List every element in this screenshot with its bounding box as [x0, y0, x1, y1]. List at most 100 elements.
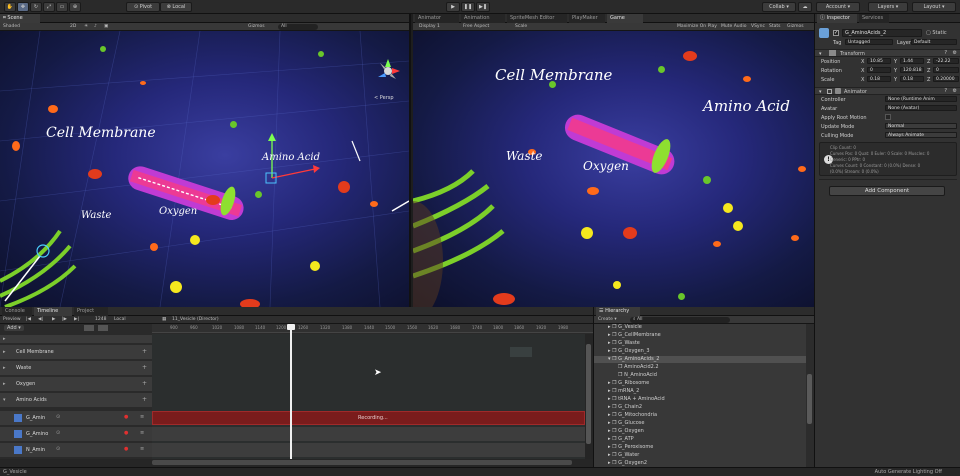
add-clip-icon[interactable]: +	[142, 364, 147, 371]
object-name-input[interactable]: G_AminoAcids_2	[842, 29, 922, 37]
collab-button[interactable]: Collab ▾	[762, 2, 796, 12]
next-frame-button[interactable]: |▶	[62, 317, 67, 323]
playhead[interactable]	[290, 324, 292, 467]
hierarchy-item[interactable]: ▸ ❒ G_Ribosome	[608, 380, 649, 387]
rect-tool-icon[interactable]: ▭	[56, 2, 68, 12]
target-icon[interactable]: ⊙	[56, 446, 60, 452]
timeline-clip[interactable]	[510, 347, 532, 357]
hand-tool-icon[interactable]: ✋	[4, 2, 16, 12]
record-icon[interactable]: ●	[124, 414, 128, 420]
root-motion-checkbox[interactable]	[885, 114, 891, 120]
track-amino-acids[interactable]: ▾ Amino Acids +	[0, 393, 152, 408]
tab-services[interactable]: Services	[859, 14, 889, 23]
track-row[interactable]: ▸	[0, 335, 152, 344]
track-oxygen[interactable]: ▸ Oxygen +	[0, 377, 152, 392]
tab-spritemesh[interactable]: SpriteMesh Editor	[507, 14, 567, 23]
game-viewport[interactable]: Cell Membrane Amino Acid Waste Oxygen	[413, 31, 814, 307]
hierarchy-item[interactable]: ❒ AminoAcid2.2	[618, 364, 659, 371]
scale-slider[interactable]: Scale	[515, 24, 527, 30]
layout-dropdown[interactable]: Layout ▾	[912, 2, 956, 12]
curves-toggle-icon[interactable]	[84, 325, 94, 331]
menu-icon[interactable]: ≡	[140, 414, 144, 420]
scroll-thumb[interactable]	[807, 374, 812, 424]
animator-enabled-checkbox[interactable]	[827, 89, 832, 94]
position-y-field[interactable]: 1.44	[900, 58, 924, 64]
scene-search-input[interactable]: All	[278, 24, 318, 30]
prev-frame-button[interactable]: ◀|	[38, 317, 43, 323]
add-clip-icon[interactable]: +	[142, 396, 147, 403]
hierarchy-search-input[interactable]: ⌕ All	[630, 317, 730, 323]
position-x-field[interactable]: 10.85	[867, 58, 891, 64]
help-icon[interactable]: ?	[944, 50, 947, 56]
pivot-button[interactable]: ⊙ Pivot	[126, 2, 160, 12]
timeline-play-button[interactable]: ▶	[52, 317, 55, 323]
hierarchy-item[interactable]: ▸ ❒ G_Oxygen_3	[608, 348, 650, 355]
scroll-thumb[interactable]	[586, 344, 591, 444]
active-checkbox[interactable]: ✓	[833, 30, 839, 36]
timeline-scrollbar[interactable]	[585, 334, 593, 467]
tag-dropdown[interactable]: Untagged	[845, 39, 893, 45]
scale-y-field[interactable]: 0.18	[900, 76, 924, 82]
tab-animation[interactable]: Animation	[461, 14, 505, 23]
hierarchy-item[interactable]: ❒ N_AminoAcid	[618, 372, 657, 379]
scale-x-field[interactable]: 0.18	[867, 76, 891, 82]
first-frame-button[interactable]: |◀	[26, 317, 31, 323]
hierarchy-item[interactable]: ▸ ❒ G_Mitochondria	[608, 412, 657, 419]
record-icon[interactable]: ●	[124, 430, 128, 436]
step-button[interactable]: ▶❚	[476, 2, 490, 12]
effects-icon[interactable]: ▣	[104, 24, 108, 30]
hierarchy-item[interactable]: ▸ ❒ G_Peroxisome	[608, 444, 653, 451]
static-toggle[interactable]: ▢ Static	[926, 30, 947, 36]
tab-scene[interactable]: ⌗ Scene	[0, 14, 40, 23]
account-dropdown[interactable]: Account ▾	[816, 2, 860, 12]
tab-playmaker[interactable]: PlayMaker	[569, 14, 605, 23]
tab-console[interactable]: Console	[2, 307, 32, 316]
add-track-button[interactable]: Add ▾	[4, 325, 24, 331]
add-clip-icon[interactable]: +	[142, 380, 147, 387]
hierarchy-item[interactable]: ▸ ❒ G_Waste	[608, 340, 640, 347]
hierarchy-item[interactable]: ▸ ❒ G_CellMembrane	[608, 332, 661, 339]
add-component-button[interactable]: Add Component	[829, 186, 945, 196]
animator-header[interactable]: ▾ Animator ? ⚙	[815, 87, 960, 95]
hierarchy-item[interactable]: ▸ ❒ tRNA + AminoAcid	[608, 396, 665, 403]
hscroll-thumb[interactable]	[152, 460, 572, 465]
transform-header[interactable]: ▾ Transform ? ⚙	[815, 49, 960, 57]
audio-icon[interactable]: ♪	[94, 24, 97, 30]
pause-button[interactable]: ❚❚	[461, 2, 475, 12]
timeline-hscroll[interactable]	[0, 459, 593, 467]
anim-track-1[interactable]: G_Amin ⊙ ● ≡	[0, 411, 152, 426]
local-time-toggle[interactable]: Local	[114, 317, 126, 323]
persp-label[interactable]: < Persp	[374, 95, 394, 101]
rotation-x-field[interactable]: 0	[867, 67, 891, 73]
layers-dropdown[interactable]: Layers ▾	[868, 2, 908, 12]
track-cell-membrane[interactable]: ▸ Cell Membrane +	[0, 345, 152, 360]
last-frame-button[interactable]: ▶|	[74, 317, 79, 323]
hierarchy-item[interactable]: ▸ ❒ G_Oxygen	[608, 428, 644, 435]
hierarchy-item[interactable]: ▸ ❒ G_Vesicle	[608, 324, 642, 331]
tab-timeline[interactable]: Timeline	[34, 307, 72, 316]
tab-inspector[interactable]: ⓘ Inspector	[817, 14, 857, 23]
hierarchy-scrollbar[interactable]	[806, 324, 814, 467]
target-icon[interactable]: ⊙	[56, 430, 60, 436]
target-icon[interactable]: ⊙	[56, 414, 60, 420]
frame-field[interactable]: 1248	[95, 317, 106, 323]
tab-animator[interactable]: Animator	[415, 14, 459, 23]
tab-game[interactable]: Game	[607, 14, 643, 23]
hierarchy-item[interactable]: ▸ ❒ G_Glucose	[608, 420, 644, 427]
hierarchy-item[interactable]: ▸ ❒ G_ATP	[608, 436, 634, 443]
scale-z-field[interactable]: 0.20000	[933, 76, 959, 82]
preview-toggle[interactable]: Preview	[3, 317, 21, 323]
gizmos-dropdown[interactable]: Gizmos	[248, 24, 265, 30]
scale-tool-icon[interactable]: ⤢	[43, 2, 55, 12]
anim-clip-2[interactable]	[152, 427, 585, 441]
play-button[interactable]: ▶	[446, 2, 460, 12]
rotation-z-field[interactable]: 0	[933, 67, 959, 73]
scene-viewport[interactable]: < Persp Cell Membrane Amino Acid Waste O…	[0, 31, 409, 307]
stats-toggle[interactable]: Stats	[769, 24, 781, 30]
mute-audio-toggle[interactable]: Mute Audio	[721, 24, 747, 30]
rotate-tool-icon[interactable]: ↻	[30, 2, 42, 12]
playhead-handle[interactable]	[287, 324, 295, 330]
rotation-y-field[interactable]: 120.818	[900, 67, 924, 73]
hierarchy-item[interactable]: ▸ ❒ mRNA_2	[608, 388, 639, 395]
tab-project[interactable]: Project	[74, 307, 108, 316]
